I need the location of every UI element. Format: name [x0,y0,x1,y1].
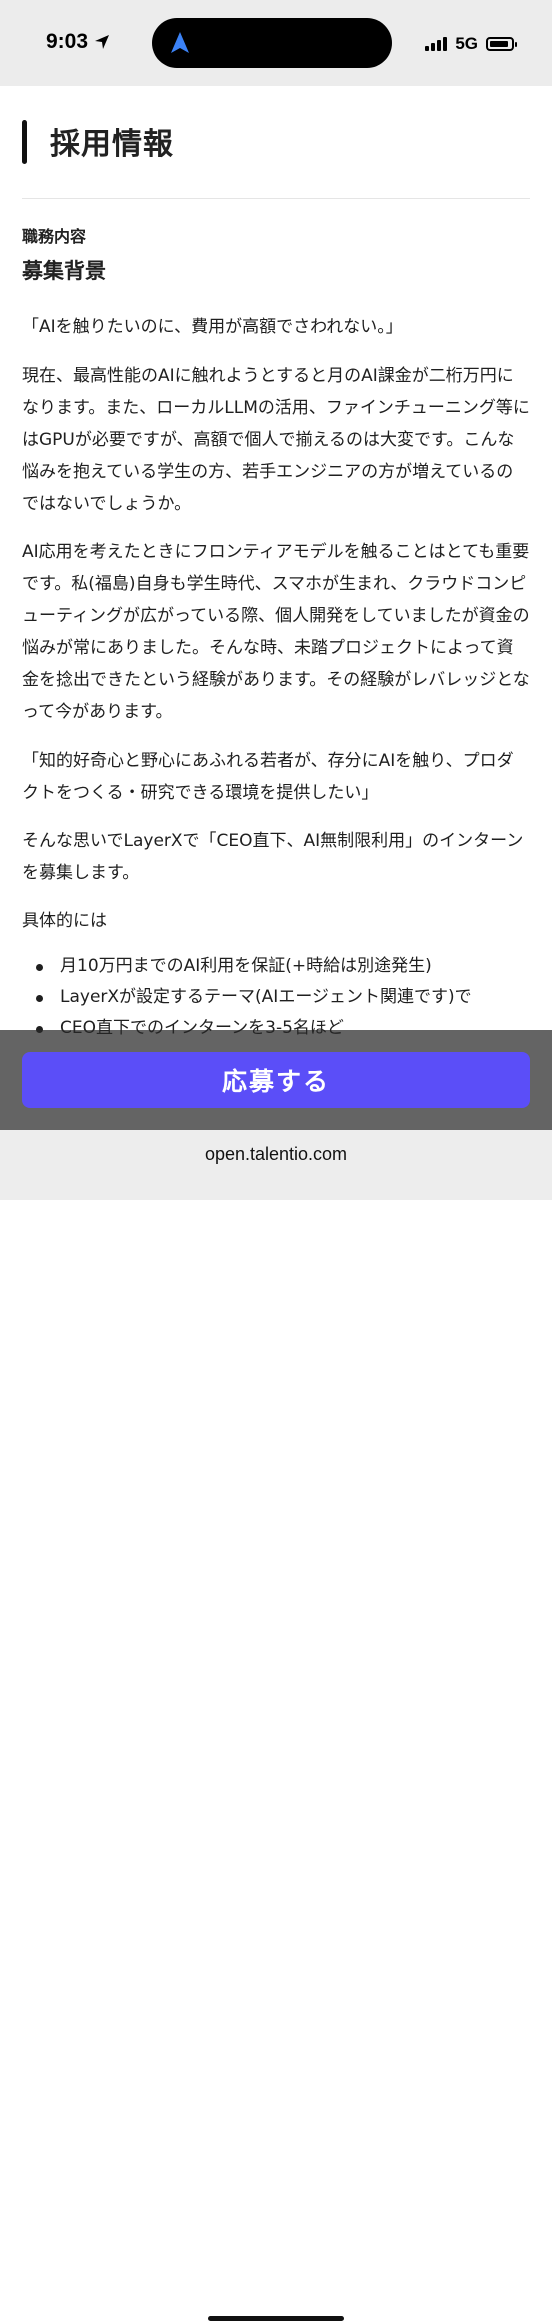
body-paragraph: AI応用を考えたときにフロンティアモデルを触ることはとても重要です。私(福島)自… [22,542,530,722]
list-item: LayerXが設定するテーマ(AIエージェント関連です)で [22,982,530,1013]
apply-button[interactable]: 応募する [22,1052,530,1108]
url-text[interactable]: open.talentio.com [0,1144,552,1165]
status-bar: 9:03 5G [0,0,552,86]
section-accent-bar [22,120,27,164]
quote-paragraph: 「知的好奇心と野心にあふれる若者が、存分にAIを触り、プロダクトをつくる・研究で… [22,751,514,803]
section-title: 採用情報 [50,127,174,162]
status-time: 9:03 [46,30,110,54]
signal-bars-icon [425,37,448,51]
list-item: 月10万円までのAI利用を保証(+時給は別途発生) [22,951,530,982]
recruitment-background-heading: 募集背景 [22,259,106,283]
quote-paragraph: 「AIを触りたいのに、費用が高額でさわれない。」 [22,317,403,337]
network-type: 5G [455,34,478,53]
navigation-arrow-icon [171,32,189,53]
job-description-label: 職務内容 [22,227,87,246]
body-paragraph: 具体的には [22,911,107,931]
time-label: 9:03 [46,30,89,53]
body-paragraph: そんな思いでLayerXで「CEO直下、AI無制限利用」のインターンを募集します… [22,831,524,883]
home-indicator[interactable] [208,2316,344,2321]
body-paragraph: 現在、最高性能のAIに触れようとすると月のAI課金が二桁万円になります。また、ロ… [22,366,530,514]
status-indicators: 5G [425,34,517,54]
browser-address-bar[interactable]: open.talentio.com [0,1130,552,2321]
location-arrow-icon [95,35,110,49]
section-header: 採用情報 [22,86,530,199]
dynamic-island [152,18,392,68]
battery-icon [486,37,517,51]
job-content: 採用情報 職務内容 募集背景 「AIを触りたいのに、費用が高額でさわれない。」 … [22,86,530,1044]
